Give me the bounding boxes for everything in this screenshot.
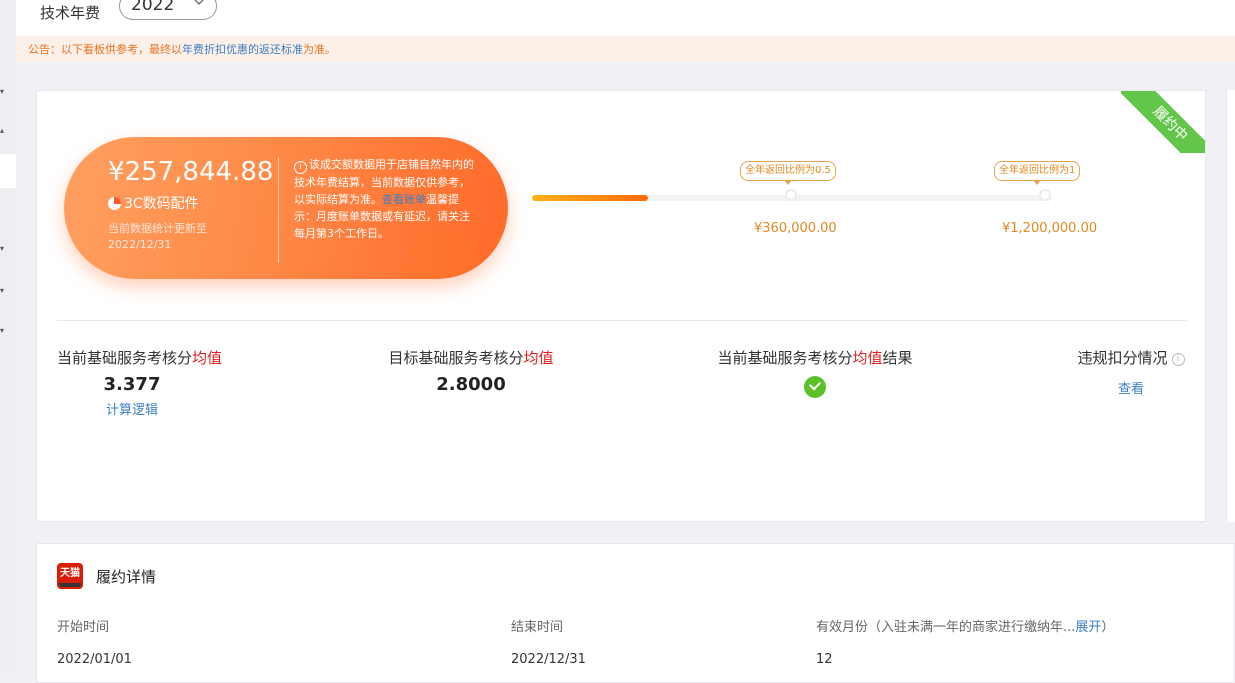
metric-violations: 违规扣分情况 i 查看 (1069, 347, 1193, 397)
calc-logic-link[interactable]: 计算逻辑 (57, 399, 207, 418)
notice-text: 公告：以下看板供参考，最终以年费折扣优惠的返还标准为准。 (28, 41, 336, 57)
milestone-dot (785, 189, 797, 201)
sidebar-caret-icon[interactable]: ▾ (0, 88, 4, 96)
sidebar-caret-icon[interactable]: ▾ (0, 287, 4, 295)
valid-months-label: 有效月份（入驻未满一年的商家进行缴纳年...展开） (816, 616, 1114, 635)
metric-title-text: 当前基础服务考核分 (57, 349, 193, 367)
metric-title-highlight: 均值 (523, 349, 554, 367)
metric-target-score: 目标基础服务考核分均值 2.8000 (383, 347, 559, 395)
metric-title-highlight: 均值 (852, 349, 883, 367)
status-badge: 履约中 (1121, 91, 1205, 153)
year-select-value: 2022 (131, 0, 175, 15)
notice-prefix: 公告：以下看板供参考，最终以 (28, 43, 182, 56)
top-bar: 技术年费 2022 (16, 0, 1235, 36)
metric-current-score: 当前基础服务考核分均值 3.377 计算逻辑 (57, 347, 222, 418)
metric-title-text: 违规扣分情况 (1077, 349, 1168, 367)
valid-months-value: 12 (816, 652, 833, 667)
metric-value: 2.8000 (436, 374, 506, 395)
start-time-label: 开始时间 (57, 620, 110, 635)
start-time-value: 2022/01/01 (57, 652, 132, 667)
metric-title-suffix: 结果 (882, 349, 913, 367)
milestone-amount: ¥1,200,000.00 (1002, 221, 1098, 236)
help-icon[interactable]: i (1171, 353, 1185, 366)
pie-chart-icon (108, 196, 121, 210)
metric-score-result: 当前基础服务考核分均值结果 (707, 347, 923, 402)
milestone-tag: 全年返回比例为0.5 (740, 161, 836, 185)
metric-title-highlight: 均值 (192, 349, 223, 367)
section-title: 履约详情 (96, 568, 157, 586)
sidebar-caret-icon[interactable]: ▾ (0, 245, 4, 253)
milestone-dot (1039, 189, 1051, 201)
update-label: 当前数据统计更新至 (108, 222, 207, 235)
expand-link[interactable]: 展开 (1075, 620, 1101, 635)
sales-amount-pill: ¥257,844.88 3C数码配件 当前数据统计更新至 2022/12/31 … (64, 137, 508, 279)
category-label: 3C数码配件 (124, 196, 199, 212)
milestone-amount: ¥360,000.00 (754, 221, 837, 236)
valid-months-tail: ） (1101, 620, 1115, 635)
sidebar-caret-icon[interactable]: ▴ (0, 127, 4, 135)
view-bill-link[interactable]: 查看账单 (382, 193, 426, 206)
progress-fill (532, 195, 649, 201)
notice-suffix: 为准。 (303, 43, 336, 56)
page-title: 技术年费 (40, 4, 101, 22)
end-time-label: 结束时间 (511, 620, 564, 635)
metric-title-text: 目标基础服务考核分 (388, 349, 524, 367)
chevron-down-icon (194, 0, 204, 5)
divider (278, 157, 279, 263)
valid-months-text: 有效月份（入驻未满一年的商家进行缴纳年... (816, 620, 1076, 635)
notice-link[interactable]: 年费折扣优惠的返还标准 (182, 43, 303, 56)
sales-amount: ¥257,844.88 (108, 157, 274, 187)
check-circle-icon (804, 376, 826, 398)
info-icon: i (294, 161, 307, 174)
view-violations-link[interactable]: 查看 (1069, 378, 1193, 397)
metric-title-text: 当前基础服务考核分 (717, 349, 853, 367)
metric-title: 当前基础服务考核分均值 (57, 347, 222, 368)
sidebar-active-item[interactable] (0, 154, 16, 188)
milestone-tag: 全年返回比例为1 (994, 161, 1081, 185)
metric-value: 3.377 (103, 374, 161, 395)
update-info: 当前数据统计更新至 2022/12/31 (108, 221, 207, 253)
adjacent-card-edge (1226, 90, 1235, 522)
status-ribbon: 履约中 (1121, 91, 1205, 153)
tmall-logo-icon: 天猫 (57, 563, 83, 589)
divider (57, 320, 1187, 321)
end-time-value: 2022/12/31 (511, 652, 586, 667)
metric-title: 违规扣分情况 i (1069, 347, 1193, 368)
fulfillment-details-card: 天猫 履约详情 开始时间 2022/01/01 结束时间 2022/12/31 … (36, 543, 1235, 683)
fee-summary-card: 履约中 ¥257,844.88 3C数码配件 当前数据统计更新至 2022/12… (36, 90, 1206, 522)
left-sidebar: ▾ ▴ ▾ ▾ ▾ (0, 0, 16, 673)
notice-banner: 公告：以下看板供参考，最终以年费折扣优惠的返还标准为准。 (16, 36, 1235, 62)
metric-title: 当前基础服务考核分均值结果 (707, 347, 923, 368)
update-date: 2022/12/31 (108, 238, 172, 251)
amount-note: i 该成交额数据用于店铺自然年内的技术年费结算，当前数据仅供参考，以实际结算为准。… (294, 156, 474, 242)
sidebar-caret-icon[interactable]: ▾ (0, 327, 4, 335)
category: 3C数码配件 (108, 193, 199, 213)
year-select[interactable]: 2022 (119, 0, 217, 20)
metric-title: 目标基础服务考核分均值 (383, 347, 559, 368)
